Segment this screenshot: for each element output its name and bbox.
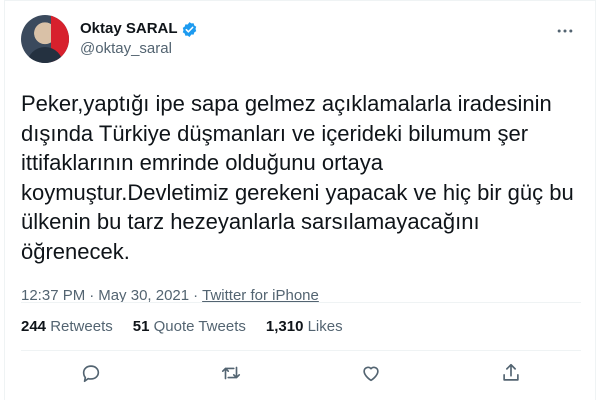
tweet-header: Oktay SARAL @oktay_saral (21, 15, 581, 65)
share-icon (500, 362, 522, 389)
tweet-source-link[interactable]: Twitter for iPhone (202, 286, 319, 306)
tweet: Oktay SARAL @oktay_saral Peker,yaptığı i… (21, 15, 581, 306)
likes-stat[interactable]: 1,310 Likes (266, 318, 343, 335)
like-button[interactable] (354, 358, 388, 392)
like-icon (360, 362, 382, 389)
display-name-row: Oktay SARAL (80, 19, 198, 39)
verified-badge-icon (181, 21, 198, 38)
more-icon[interactable] (551, 21, 579, 41)
tweet-stats: 244 Retweets 51 Quote Tweets 1,310 Likes (21, 316, 363, 336)
retweet-icon (220, 362, 242, 389)
divider-bottom (21, 350, 581, 351)
tweet-time[interactable]: 12:37 PM (21, 286, 85, 306)
retweets-label: Retweets (50, 317, 113, 335)
meta-separator-2: · (193, 287, 199, 304)
reply-icon (80, 362, 102, 389)
display-name[interactable]: Oktay SARAL (80, 19, 178, 39)
tweet-actions (21, 358, 581, 392)
share-button[interactable] (494, 358, 528, 392)
divider-top (21, 302, 581, 303)
retweets-count: 244 (21, 317, 47, 335)
tweet-meta: 12:37 PM · May 30, 2021 · Twitter for iP… (21, 286, 581, 306)
likes-count: 1,310 (265, 317, 304, 335)
tweet-date[interactable]: May 30, 2021 (98, 286, 189, 306)
avatar[interactable] (21, 15, 69, 63)
likes-label: Likes (307, 317, 343, 335)
author-handle[interactable]: @oktay_saral (80, 39, 198, 59)
author-names: Oktay SARAL @oktay_saral (80, 15, 198, 59)
quotes-count: 51 (132, 317, 150, 335)
tweet-text: Peker,yaptığı ipe sapa gelmez açıklamala… (21, 91, 574, 264)
retweets-stat[interactable]: 244 Retweets (21, 318, 113, 335)
quotes-stat[interactable]: 51 Quote Tweets (133, 318, 246, 335)
reply-button[interactable] (74, 358, 108, 392)
retweet-button[interactable] (214, 358, 248, 392)
quotes-label: Quote Tweets (153, 317, 246, 335)
tweet-card: Oktay SARAL @oktay_saral Peker,yaptığı i… (4, 0, 596, 400)
meta-separator: · (89, 287, 95, 304)
